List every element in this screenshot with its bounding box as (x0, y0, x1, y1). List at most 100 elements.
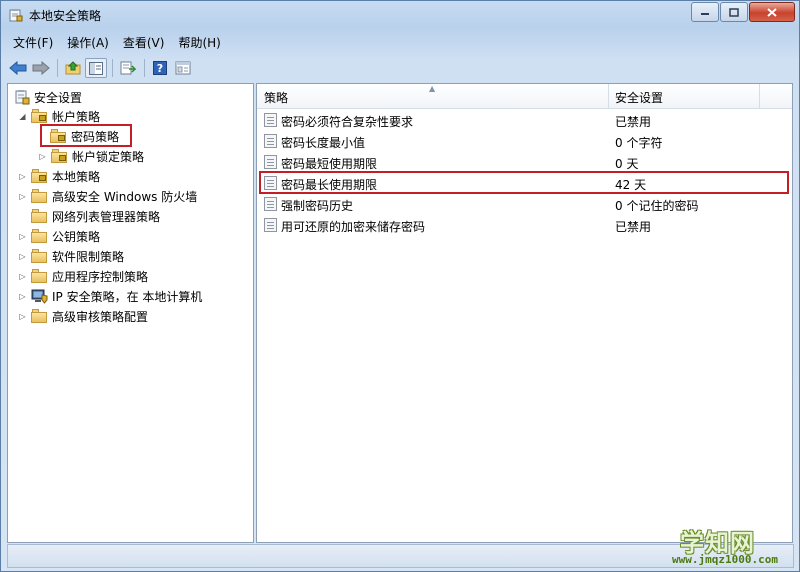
tree-item-account-lockout-policy[interactable]: ▷ 帐户锁定策略 (38, 146, 144, 166)
tree-label: IP 安全策略，在 本地计算机 (52, 289, 203, 304)
tree-label: 应用程序控制策略 (52, 269, 149, 284)
collapsed-arrow-icon[interactable]: ▷ (18, 292, 27, 301)
policy-icon (264, 197, 277, 211)
security-policy-app-icon (9, 9, 23, 22)
menu-bar: 文件(F) 操作(A) 查看(V) 帮助(H) (7, 32, 229, 52)
title-bar: 本地安全策略 (1, 1, 799, 29)
list-row[interactable]: 密码必须符合复杂性要求 已禁用 (261, 110, 789, 131)
up-one-level-button[interactable] (62, 58, 84, 78)
tree-label: 公钥策略 (52, 229, 101, 244)
collapsed-arrow-icon[interactable]: ▷ (18, 252, 27, 261)
tree-item-software-restriction[interactable]: ▷ 软件限制策略 (18, 246, 124, 266)
tree-item-network-list-manager[interactable]: 网络列表管理器策略 (31, 206, 160, 226)
policy-icon (264, 155, 277, 169)
policy-name: 密码长度最小值 (281, 136, 366, 150)
maximize-icon (729, 7, 739, 17)
menu-action[interactable]: 操作(A) (61, 32, 115, 52)
security-settings-icon (15, 90, 30, 105)
tree-label: 帐户策略 (52, 109, 101, 124)
collapsed-arrow-icon[interactable]: ▷ (18, 232, 27, 241)
sort-ascending-icon: ▲ (429, 84, 436, 93)
policy-name: 强制密码历史 (281, 199, 354, 213)
tree-item-account-policies[interactable]: ◢ 帐户策略 (18, 106, 100, 126)
red-highlight-box (259, 171, 789, 194)
maximize-button[interactable] (720, 2, 748, 22)
policy-setting: 0 个记住的密码 (615, 199, 699, 213)
folder-icon (31, 189, 48, 203)
list-row[interactable]: 密码长度最小值 0 个字符 (261, 131, 789, 152)
policy-icon (264, 218, 277, 232)
show-hide-tree-button[interactable] (85, 58, 107, 78)
policy-icon (264, 113, 277, 127)
tree-item-ip-security[interactable]: ▷ IP 安全策略，在 本地计算机 (18, 286, 202, 306)
console-tree-icon (89, 61, 103, 75)
tree-label: 安全设置 (34, 90, 83, 105)
policy-list-pane: ▲ 策略 安全设置 密码必须符合复杂性要求 已禁用 密码长度最小值 0 个字符 … (256, 83, 793, 543)
tree-label: 网络列表管理器策略 (52, 209, 161, 224)
policy-setting: 0 个字符 (615, 136, 663, 150)
tree-root-security-settings[interactable]: 安全设置 (14, 87, 82, 107)
toolbar: ? (7, 56, 195, 80)
console-tree-pane: 安全设置 ◢ 帐户策略 密码策略 ▷ 帐户锁定策略 ▷ 本地策略 ▷ 高级安全 … (7, 83, 254, 543)
help-icon: ? (153, 61, 167, 75)
menu-view[interactable]: 查看(V) (117, 32, 171, 52)
export-list-button[interactable] (117, 58, 139, 78)
policy-setting: 已禁用 (615, 220, 652, 234)
expanded-arrow-icon[interactable]: ◢ (18, 112, 27, 121)
forward-button[interactable] (30, 58, 52, 78)
main-window: 本地安全策略 文件(F) 操作(A) 查看(V) 帮助(H) ? 安全设置 ◢ … (0, 0, 800, 572)
tree-item-public-key-policies[interactable]: ▷ 公钥策略 (18, 226, 100, 246)
tree-item-windows-firewall[interactable]: ▷ 高级安全 Windows 防火墙 (18, 186, 197, 206)
red-highlight-box (40, 124, 132, 147)
forward-arrow-icon (32, 61, 50, 75)
minimize-icon (701, 13, 709, 15)
back-arrow-icon (9, 61, 27, 75)
folder-icon (31, 229, 48, 243)
collapsed-arrow-icon[interactable]: ▷ (18, 192, 27, 201)
policy-setting: 0 天 (615, 157, 639, 171)
column-header-policy[interactable]: 策略 (264, 89, 288, 106)
toolbar-separator (57, 59, 58, 77)
toolbar-separator (112, 59, 113, 77)
computer-shield-icon (31, 289, 48, 304)
policy-name: 用可还原的加密来储存密码 (281, 220, 426, 234)
list-row[interactable]: 密码最短使用期限 0 天 (261, 152, 789, 173)
folder-icon (31, 269, 48, 283)
tree-label: 高级审核策略配置 (52, 309, 149, 324)
back-button[interactable] (7, 58, 29, 78)
close-button[interactable] (749, 2, 795, 22)
list-header: ▲ 策略 安全设置 (257, 84, 792, 109)
export-list-icon (120, 61, 136, 75)
column-divider[interactable] (759, 84, 760, 108)
folder-icon (31, 309, 48, 323)
tree-label: 软件限制策略 (52, 249, 125, 264)
column-divider[interactable] (608, 84, 609, 108)
toolbar-separator (144, 59, 145, 77)
tree-label: 帐户锁定策略 (72, 149, 145, 164)
menu-help[interactable]: 帮助(H) (172, 32, 226, 52)
collapsed-arrow-icon[interactable]: ▷ (38, 152, 47, 161)
collapsed-arrow-icon[interactable]: ▷ (18, 172, 27, 181)
tree-item-application-control[interactable]: ▷ 应用程序控制策略 (18, 266, 148, 286)
policy-setting: 已禁用 (615, 115, 652, 129)
column-header-security-setting[interactable]: 安全设置 (615, 89, 663, 106)
tree-label: 本地策略 (52, 169, 101, 184)
tree-item-advanced-audit[interactable]: ▷ 高级审核策略配置 (18, 306, 148, 326)
collapsed-arrow-icon[interactable]: ▷ (18, 272, 27, 281)
list-row[interactable]: 强制密码历史 0 个记住的密码 (261, 194, 789, 215)
folder-lock-icon (31, 109, 48, 123)
list-row[interactable]: 用可还原的加密来储存密码 已禁用 (261, 215, 789, 236)
properties-icon (175, 61, 191, 75)
help-button[interactable]: ? (149, 58, 171, 78)
tree-item-local-policies[interactable]: ▷ 本地策略 (18, 166, 100, 186)
window-controls (690, 2, 795, 22)
site-watermark: 学知网 www.jmqz1000.com (668, 523, 796, 569)
collapsed-arrow-icon[interactable]: ▷ (18, 312, 27, 321)
minimize-button[interactable] (691, 2, 719, 22)
folder-icon (31, 209, 48, 223)
properties-button[interactable] (172, 58, 194, 78)
menu-file[interactable]: 文件(F) (7, 32, 59, 52)
window-title: 本地安全策略 (29, 9, 102, 23)
close-icon (767, 7, 777, 17)
svg-text:?: ? (157, 62, 163, 75)
